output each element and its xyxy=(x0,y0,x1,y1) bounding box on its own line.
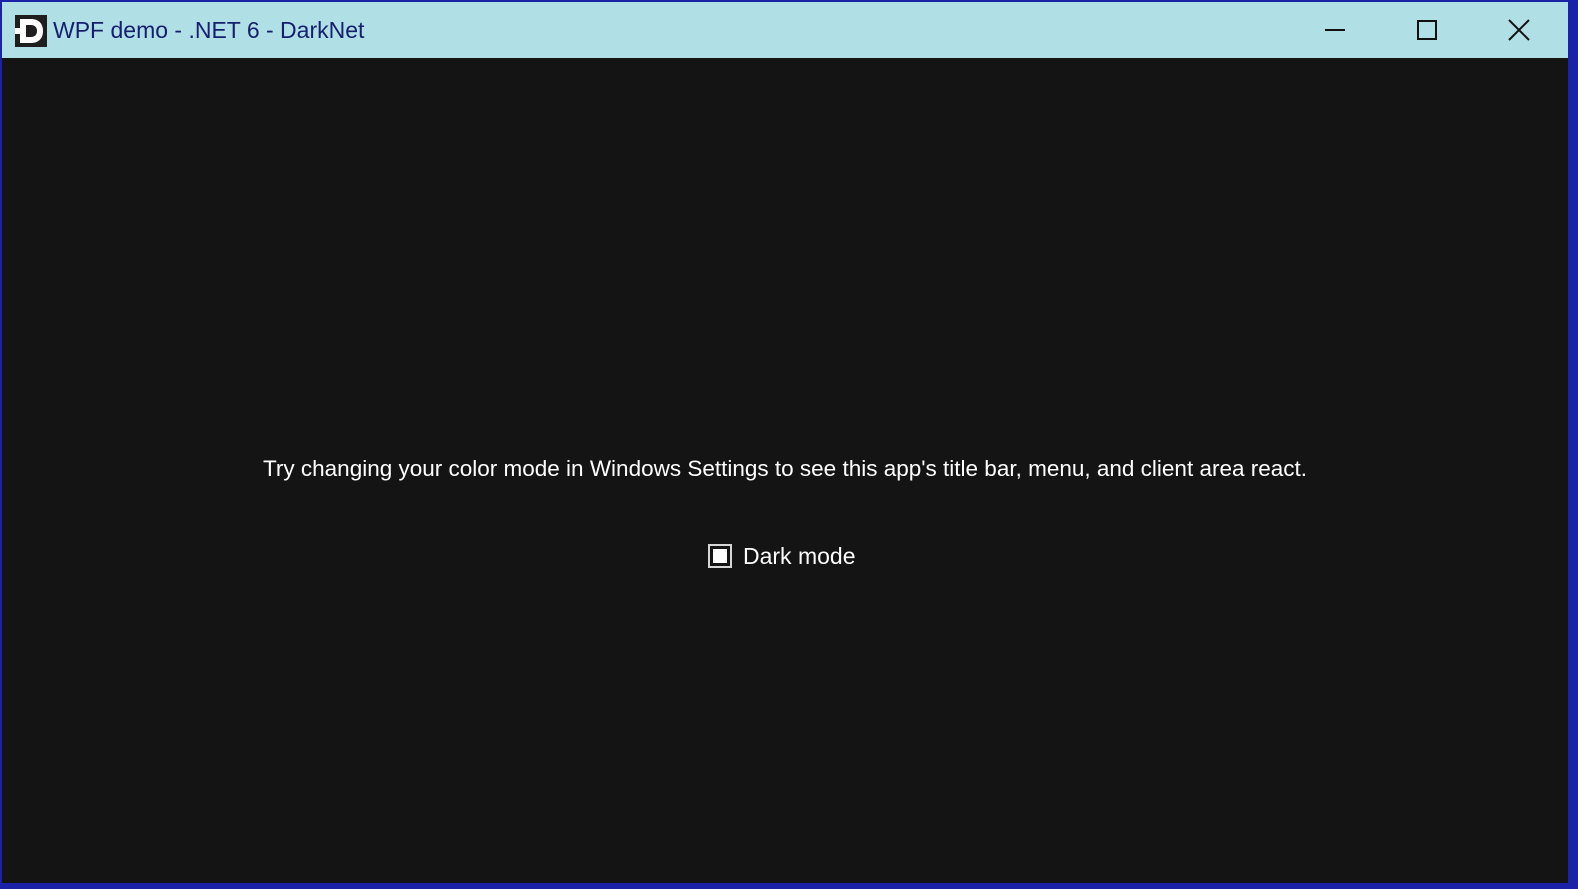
app-window: WPF demo - .NET 6 - DarkNet Try changing… xyxy=(0,0,1578,889)
checkbox-indeterminate-icon[interactable] xyxy=(708,544,732,568)
instruction-text: Try changing your color mode in Windows … xyxy=(263,456,1307,481)
dark-mode-label[interactable]: Dark mode xyxy=(743,543,855,570)
maximize-icon xyxy=(1417,20,1437,40)
checkbox-indeterminate-mark xyxy=(713,549,727,563)
close-button[interactable] xyxy=(1474,2,1564,58)
title-bar[interactable]: WPF demo - .NET 6 - DarkNet xyxy=(2,2,1568,58)
close-icon xyxy=(1508,19,1530,41)
maximize-button[interactable] xyxy=(1382,2,1472,58)
minimize-button[interactable] xyxy=(1290,2,1380,58)
darknet-logo-icon xyxy=(15,15,47,47)
minimize-icon xyxy=(1325,29,1345,31)
client-area: Try changing your color mode in Windows … xyxy=(2,58,1568,883)
dark-mode-checkbox[interactable]: Dark mode xyxy=(708,541,855,571)
window-title: WPF demo - .NET 6 - DarkNet xyxy=(53,17,365,43)
